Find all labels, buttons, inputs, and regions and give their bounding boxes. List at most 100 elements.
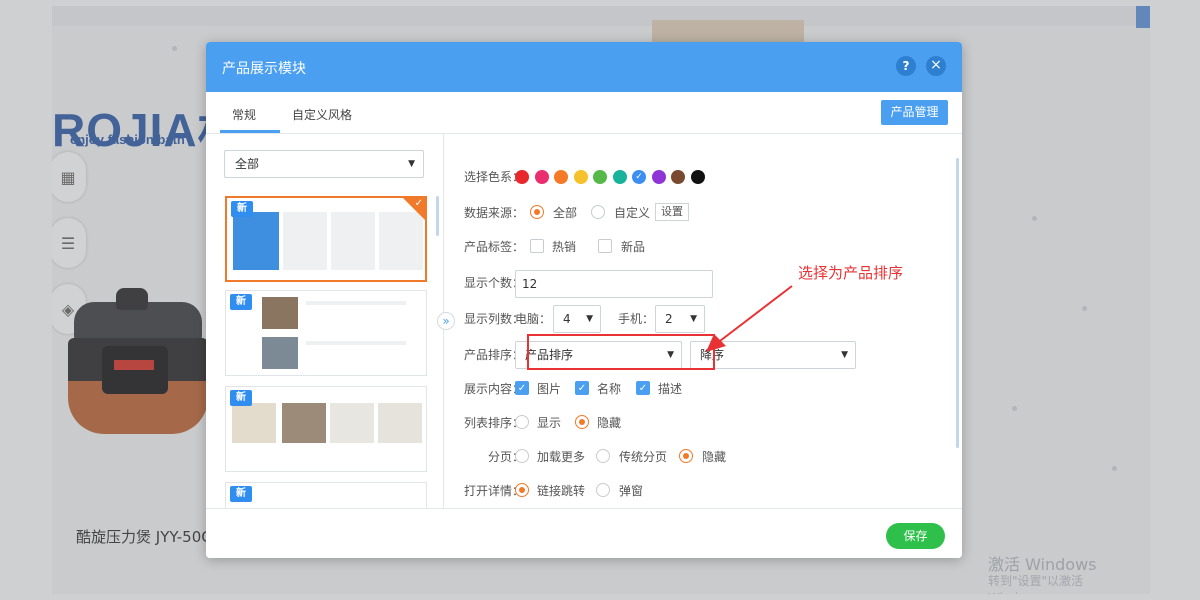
checkbox-hot[interactable] bbox=[530, 239, 544, 253]
template-thumb bbox=[330, 403, 374, 443]
template-thumb bbox=[331, 212, 375, 270]
chevron-down-icon: ▼ bbox=[408, 159, 415, 169]
radio-pagination-hide[interactable] bbox=[679, 449, 693, 463]
color-swatch[interactable] bbox=[612, 170, 627, 184]
new-badge: 新 bbox=[230, 390, 252, 406]
checkbox-name[interactable]: ✓ bbox=[575, 381, 589, 395]
template-thumb bbox=[232, 403, 276, 443]
template-card[interactable]: 新 bbox=[225, 482, 427, 508]
chevron-down-icon: ▼ bbox=[690, 314, 697, 324]
radio-popup-label: 弹窗 bbox=[619, 484, 644, 498]
product-tags-row: 产品标签： 热销 新品 bbox=[444, 234, 962, 258]
new-badge: 新 bbox=[230, 486, 252, 502]
template-scrollbar[interactable] bbox=[436, 196, 439, 236]
radio-classic-pagination-label: 传统分页 bbox=[619, 450, 668, 464]
color-swatch[interactable] bbox=[593, 170, 607, 184]
display-count-input[interactable]: 12 bbox=[515, 270, 713, 298]
radio-hide[interactable] bbox=[575, 415, 589, 429]
radio-classic-pagination[interactable] bbox=[596, 449, 610, 463]
product-tags-label: 产品标签： bbox=[463, 240, 524, 254]
checkbox-hot-label: 热销 bbox=[552, 240, 577, 254]
form-scrollbar[interactable] bbox=[956, 158, 959, 448]
template-thumb bbox=[282, 403, 326, 443]
template-thumb bbox=[306, 301, 406, 305]
chevron-down-icon: ▼ bbox=[841, 350, 848, 360]
help-icon[interactable]: ? bbox=[896, 56, 916, 76]
pc-columns-label: 电脑： bbox=[515, 312, 552, 326]
template-card[interactable]: 新 ✓ bbox=[225, 196, 427, 282]
save-button[interactable]: 保存 bbox=[886, 523, 945, 549]
dialog-footer: 保存 bbox=[206, 508, 962, 558]
chevron-down-icon: ▼ bbox=[586, 314, 593, 324]
pagination-row: 分页： 加载更多 传统分页 隐藏 bbox=[444, 444, 962, 468]
category-select[interactable]: 全部 ▼ bbox=[224, 150, 424, 178]
dialog-header: 产品展示模块 ? × bbox=[206, 42, 962, 92]
dialog-tabs: 常规 自定义风格 产品管理 bbox=[206, 92, 962, 134]
color-swatch[interactable] bbox=[534, 170, 549, 184]
template-card[interactable]: 新 bbox=[225, 290, 427, 376]
data-source-label: 数据来源： bbox=[463, 206, 524, 220]
template-thumb bbox=[262, 297, 298, 329]
close-icon[interactable]: × bbox=[926, 56, 946, 76]
active-tab-underline bbox=[220, 130, 280, 133]
color-swatch[interactable] bbox=[573, 170, 588, 184]
new-badge: 新 bbox=[230, 294, 252, 310]
product-manage-button[interactable]: 产品管理 bbox=[881, 100, 948, 125]
radio-link-jump[interactable] bbox=[515, 483, 529, 497]
radio-popup[interactable] bbox=[596, 483, 610, 497]
dialog-title: 产品展示模块 bbox=[222, 61, 306, 77]
checkbox-image-label: 图片 bbox=[537, 382, 562, 396]
template-thumb bbox=[378, 403, 422, 443]
pc-columns-select[interactable]: 4 ▼ bbox=[553, 305, 601, 333]
checkbox-desc-label: 描述 bbox=[658, 382, 683, 396]
radio-all-label: 全部 bbox=[553, 206, 578, 220]
radio-hide-label: 隐藏 bbox=[597, 416, 622, 430]
checkbox-new-label: 新品 bbox=[621, 240, 646, 254]
radio-load-more-label: 加载更多 bbox=[537, 450, 586, 464]
radio-pagination-hide-label: 隐藏 bbox=[702, 450, 727, 464]
template-thumb bbox=[262, 337, 298, 369]
radio-load-more[interactable] bbox=[515, 449, 529, 463]
display-content-row: 展示内容： ✓ 图片 ✓ 名称 ✓ 描述 bbox=[444, 376, 962, 400]
radio-all[interactable] bbox=[530, 205, 544, 219]
radio-custom-label: 自定义 bbox=[614, 206, 651, 220]
template-list-pane: 全部 ▼ 新 ✓ 新 新 新 bbox=[206, 134, 444, 508]
template-thumb bbox=[233, 212, 279, 270]
radio-custom[interactable] bbox=[591, 205, 605, 219]
color-swatch[interactable] bbox=[554, 170, 568, 184]
template-thumb bbox=[283, 212, 327, 270]
annotation-arrow bbox=[706, 285, 793, 352]
annotation-highlight-box bbox=[527, 334, 715, 370]
pc-columns-value: 4 bbox=[563, 312, 571, 326]
open-detail-row: 打开详情： 链接跳转 弹窗 bbox=[444, 478, 962, 502]
check-icon: ✓ bbox=[414, 198, 423, 209]
color-swatch[interactable] bbox=[690, 170, 705, 184]
data-source-row: 数据来源： 全部 自定义 设置 bbox=[444, 200, 962, 224]
color-swatch[interactable] bbox=[651, 170, 666, 184]
checkbox-image[interactable]: ✓ bbox=[515, 381, 529, 395]
product-display-dialog: 产品展示模块 ? × 常规 自定义风格 产品管理 全部 ▼ 新 ✓ 新 新 新 … bbox=[206, 42, 962, 558]
color-scheme-row: 选择色系： ✓ bbox=[444, 164, 962, 188]
radio-show[interactable] bbox=[515, 415, 529, 429]
radio-show-label: 显示 bbox=[537, 416, 562, 430]
settings-button[interactable]: 设置 bbox=[655, 203, 689, 221]
tab-custom-style[interactable]: 自定义风格 bbox=[292, 106, 352, 123]
checkbox-new[interactable] bbox=[598, 239, 612, 253]
annotation-text: 选择为产品排序 bbox=[798, 264, 904, 282]
radio-link-jump-label: 链接跳转 bbox=[537, 484, 586, 498]
checkbox-name-label: 名称 bbox=[597, 382, 622, 396]
checkbox-desc[interactable]: ✓ bbox=[636, 381, 650, 395]
list-sort-row: 列表排序： 显示 隐藏 bbox=[444, 410, 962, 434]
template-thumb bbox=[379, 212, 423, 270]
tab-general[interactable]: 常规 bbox=[232, 106, 256, 123]
category-select-value: 全部 bbox=[235, 157, 260, 171]
mobile-columns-label: 手机： bbox=[618, 312, 655, 326]
color-swatch[interactable] bbox=[515, 170, 529, 184]
new-badge: 新 bbox=[231, 201, 253, 217]
color-swatch[interactable]: ✓ bbox=[632, 170, 646, 184]
mobile-columns-value: 2 bbox=[665, 312, 673, 326]
template-card[interactable]: 新 bbox=[225, 386, 427, 472]
mobile-columns-select[interactable]: 2 ▼ bbox=[655, 305, 705, 333]
template-thumb bbox=[306, 341, 406, 345]
color-swatch[interactable] bbox=[671, 170, 685, 184]
